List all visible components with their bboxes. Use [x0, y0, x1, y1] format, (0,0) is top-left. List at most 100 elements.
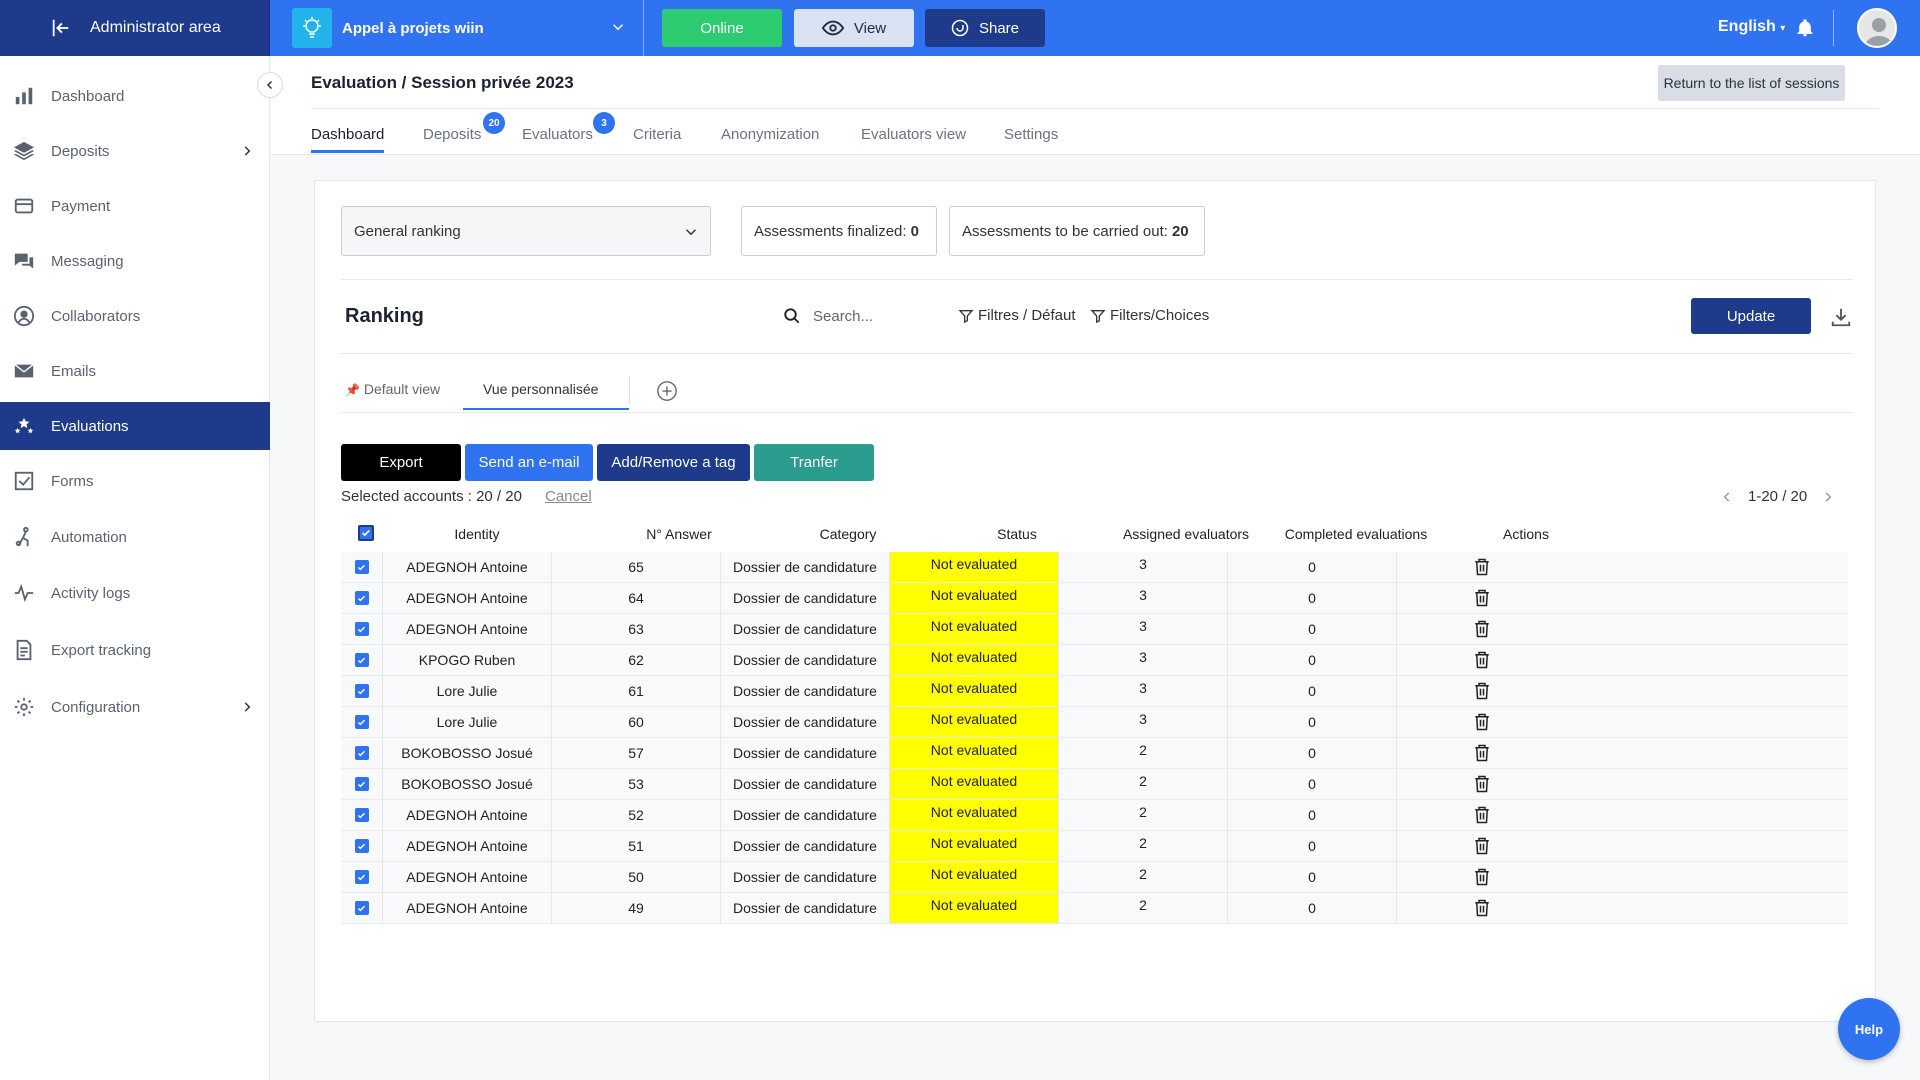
return-to-sessions-button[interactable]: Return to the list of sessions [1658, 65, 1845, 101]
column-header-answer[interactable]: N° Answer [595, 526, 763, 542]
row-checkbox[interactable] [341, 707, 383, 737]
sidebar-item-configuration[interactable]: Configuration [0, 683, 270, 731]
table-row[interactable]: BOKOBOSSO Josué 57 Dossier de candidature N… [341, 738, 1848, 769]
layers-icon [13, 141, 35, 161]
sidebar-item-automation[interactable]: Automation [0, 513, 270, 561]
tab-settings[interactable]: Settings [1004, 126, 1058, 143]
delete-button[interactable] [1397, 614, 1566, 644]
table-row[interactable]: ADEGNOH Antoine 63 Dossier de candidature N… [341, 614, 1848, 645]
sidebar-item-activity-logs[interactable]: Activity logs [0, 569, 270, 617]
caret-down-icon: ▾ [1780, 23, 1786, 34]
table-row[interactable]: ADEGNOH Antoine 49 Dossier de candidature N… [341, 893, 1848, 924]
tab-evaluators[interactable]: Evaluators [522, 126, 593, 143]
row-checkbox[interactable] [341, 552, 383, 582]
sidebar-item-label: Export tracking [51, 641, 152, 659]
export-button[interactable]: Export [341, 444, 461, 481]
delete-button[interactable] [1397, 676, 1566, 706]
filter-choices-button[interactable]: Filters/Choices [1090, 307, 1209, 324]
column-header-category[interactable]: Category [764, 526, 932, 542]
tab-evaluators-view[interactable]: Evaluators view [861, 126, 966, 143]
cell-completed: 0 [1228, 738, 1397, 768]
share-button[interactable]: Share [925, 9, 1045, 47]
delete-button[interactable] [1397, 552, 1566, 582]
cell-identity: ADEGNOH Antoine [383, 800, 552, 830]
row-checkbox[interactable] [341, 893, 383, 923]
help-button[interactable]: Help [1838, 998, 1900, 1060]
row-checkbox[interactable] [341, 676, 383, 706]
view-button[interactable]: View [794, 9, 914, 47]
sidebar-item-collaborators[interactable]: Collaborators [0, 292, 270, 340]
table-row[interactable]: Lore Julie 60 Dossier de candidature Not ev… [341, 707, 1848, 738]
table-row[interactable]: ADEGNOH Antoine 50 Dossier de candidature N… [341, 862, 1848, 893]
transfer-button[interactable]: Tranfer [754, 444, 874, 481]
row-checkbox[interactable] [341, 645, 383, 675]
send-email-button[interactable]: Send an e-mail [465, 444, 593, 481]
row-checkbox[interactable] [341, 831, 383, 861]
sidebar-item-export-tracking[interactable]: Export tracking [0, 626, 270, 674]
delete-button[interactable] [1397, 707, 1566, 737]
delete-button[interactable] [1397, 645, 1566, 675]
cell-identity: ADEGNOH Antoine [383, 583, 552, 613]
administrator-area-button[interactable]: Administrator area [0, 0, 270, 56]
sidebar-item-evaluations[interactable]: Evaluations [0, 402, 270, 450]
delete-button[interactable] [1397, 769, 1566, 799]
tab-default-view[interactable]: 📌 Default view [345, 381, 440, 397]
online-button[interactable]: Online [662, 9, 782, 47]
chevron-right-icon[interactable] [1821, 490, 1835, 504]
trash-icon [1474, 868, 1489, 886]
delete-button[interactable] [1397, 862, 1566, 892]
sidebar-item-emails[interactable]: Emails [0, 347, 270, 395]
cell-status: Not evaluated [890, 614, 1059, 644]
sidebar-item-forms[interactable]: Forms [0, 457, 270, 505]
row-checkbox[interactable] [341, 583, 383, 613]
language-selector[interactable]: English ▾ [1718, 18, 1785, 36]
sidebar-item-deposits[interactable]: Deposits [0, 127, 270, 175]
select-all-checkbox[interactable] [358, 525, 374, 541]
cell-status: Not evaluated [890, 583, 1059, 613]
cell-answer: 63 [552, 614, 721, 644]
bell-icon[interactable] [1795, 18, 1815, 38]
deposits-count-badge: 20 [483, 112, 505, 134]
delete-button[interactable] [1397, 831, 1566, 861]
download-icon[interactable] [1830, 306, 1852, 328]
cancel-selection-link[interactable]: Cancel [545, 488, 592, 505]
table-row[interactable]: ADEGNOH Antoine 64 Dossier de candidature N… [341, 583, 1848, 614]
filter-default-button[interactable]: Filtres / Défaut [958, 307, 1076, 324]
avatar[interactable] [1857, 8, 1897, 48]
row-checkbox[interactable] [341, 800, 383, 830]
search-input[interactable]: Search... [783, 307, 873, 325]
row-checkbox[interactable] [341, 769, 383, 799]
cell-status: Not evaluated [890, 645, 1059, 675]
sidebar-item-dashboard[interactable]: Dashboard [0, 72, 270, 120]
delete-button[interactable] [1397, 800, 1566, 830]
update-button[interactable]: Update [1691, 298, 1811, 334]
active-view-indicator [463, 408, 629, 410]
table-row[interactable]: BOKOBOSSO Josué 53 Dossier de candidature N… [341, 769, 1848, 800]
tab-criteria[interactable]: Criteria [633, 126, 681, 143]
tab-deposits[interactable]: Deposits [423, 126, 481, 143]
table-row[interactable]: ADEGNOH Antoine 51 Dossier de candidature N… [341, 831, 1848, 862]
delete-button[interactable] [1397, 893, 1566, 923]
sidebar-item-payment[interactable]: Payment [0, 182, 270, 230]
tab-anonymization[interactable]: Anonymization [721, 126, 819, 143]
trash-icon [1474, 713, 1489, 731]
column-header-identity[interactable]: Identity [393, 526, 561, 542]
row-checkbox[interactable] [341, 862, 383, 892]
tab-custom-view[interactable]: Vue personnalisée [483, 381, 598, 397]
table-row[interactable]: ADEGNOH Antoine 65 Dossier de candidature N… [341, 552, 1848, 583]
row-checkbox[interactable] [341, 614, 383, 644]
add-remove-tag-button[interactable]: Add/Remove a tag [597, 444, 750, 481]
collapse-sidebar-button[interactable] [257, 72, 283, 98]
delete-button[interactable] [1397, 583, 1566, 613]
project-selector[interactable]: Appel à projets wiin [270, 0, 644, 56]
add-view-icon[interactable] [656, 380, 678, 402]
row-checkbox[interactable] [341, 738, 383, 768]
table-row[interactable]: ADEGNOH Antoine 52 Dossier de candidature N… [341, 800, 1848, 831]
sidebar-item-messaging[interactable]: Messaging [0, 237, 270, 285]
table-row[interactable]: KPOGO Ruben 62 Dossier de candidature Not e… [341, 645, 1848, 676]
ranking-select[interactable]: General ranking [341, 206, 711, 256]
chevron-left-icon[interactable] [1720, 490, 1734, 504]
delete-button[interactable] [1397, 738, 1566, 768]
tab-dashboard[interactable]: Dashboard [311, 126, 385, 153]
table-row[interactable]: Lore Julie 61 Dossier de candidature Not ev… [341, 676, 1848, 707]
